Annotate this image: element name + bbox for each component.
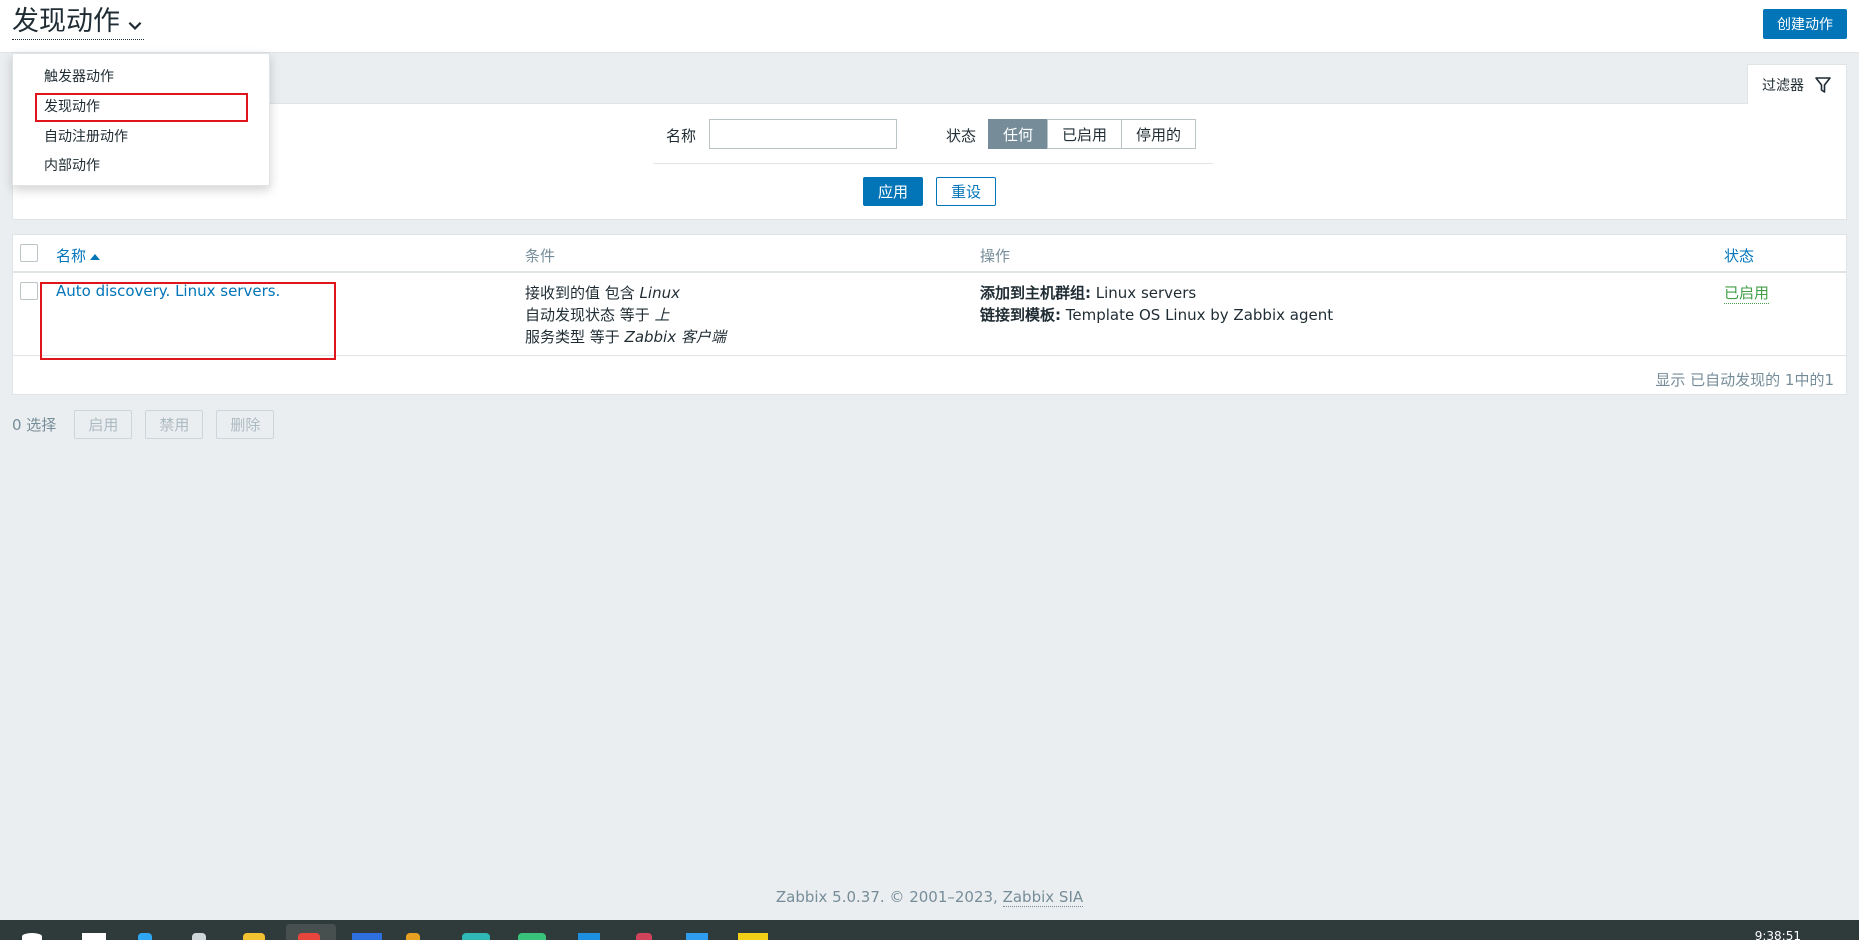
operation-label: 添加到主机群组: — [980, 284, 1091, 302]
taskbar-app-icon[interactable] — [578, 933, 600, 940]
filter-tabbar: 过滤器 — [12, 64, 1847, 105]
menu-item-autoregistration-actions[interactable]: 自动注册动作 — [44, 126, 128, 146]
condition-value: Linux — [639, 284, 680, 302]
column-header-name-label: 名称 — [56, 247, 87, 265]
page-header: 发现动作 创建动作 — [0, 0, 1859, 53]
taskbar-app-icon[interactable] — [738, 933, 768, 940]
filter-name-label: 名称 — [666, 127, 697, 145]
filter-name-input[interactable] — [709, 119, 897, 149]
select-all-checkbox[interactable] — [20, 244, 38, 262]
filter-panel: 名称 状态 任何 已启用 停用的 应用 重设 — [12, 104, 1847, 220]
operation-value: Linux servers — [1091, 284, 1197, 302]
chevron-down-icon — [128, 21, 142, 30]
task-view-icon[interactable] — [82, 933, 106, 940]
chrome-icon[interactable] — [243, 933, 265, 940]
mass-delete-button[interactable]: 删除 — [216, 410, 275, 439]
operation-line: 添加到主机群组: Linux servers — [980, 282, 1196, 303]
taskbar-app-icon[interactable] — [352, 933, 382, 940]
page-title-dropdown[interactable]: 发现动作 — [12, 6, 144, 40]
menu-item-internal-actions[interactable]: 内部动作 — [44, 155, 100, 175]
create-action-button[interactable]: 创建动作 — [1763, 9, 1847, 39]
status-option-enabled[interactable]: 已启用 — [1047, 119, 1123, 149]
condition-text: 服务类型 等于 — [525, 328, 625, 346]
taskbar-app-icon[interactable] — [462, 933, 490, 940]
action-name-link[interactable]: Auto discovery. Linux servers. — [56, 282, 280, 300]
table-header-row: 名称 条件 操作 状态 — [13, 235, 1846, 273]
filter-tab[interactable]: 过滤器 — [1747, 64, 1847, 105]
filter-icon — [1815, 77, 1831, 93]
menu-item-discovery-actions[interactable]: 发现动作 — [44, 96, 100, 116]
taskbar-app-icon[interactable] — [636, 933, 652, 940]
actions-table: 名称 条件 操作 状态 Auto discovery. Linux server… — [12, 234, 1847, 395]
table-row: Auto discovery. Linux servers. 接收到的值 包含 … — [13, 273, 1846, 356]
page-footer: Zabbix 5.0.37. © 2001–2023, Zabbix SIA — [0, 888, 1859, 907]
copyright-text: Zabbix 5.0.37. © 2001–2023, — [775, 888, 1003, 906]
row-checkbox[interactable] — [20, 282, 38, 300]
operation-value: Template OS Linux by Zabbix agent — [1061, 306, 1334, 324]
operation-label: 链接到模板: — [980, 306, 1061, 324]
taskbar-app-icon[interactable] — [192, 933, 206, 940]
page-title-text: 发现动作 — [12, 6, 120, 37]
menu-item-trigger-actions[interactable]: 触发器动作 — [44, 66, 114, 86]
taskbar-app-icon[interactable] — [686, 933, 708, 940]
mass-action-bar: 0 选择 启用 禁用 删除 — [12, 410, 287, 439]
filter-tab-label: 过滤器 — [1762, 78, 1804, 94]
condition-text: 自动发现状态 等于 — [525, 306, 655, 324]
column-header-conditions: 条件 — [525, 247, 556, 265]
sort-ascending-icon — [90, 253, 101, 260]
condition-line: 接收到的值 包含 Linux — [525, 282, 680, 303]
apply-button[interactable]: 应用 — [863, 177, 923, 206]
condition-text: 接收到的值 包含 — [525, 284, 640, 302]
action-type-dropdown: 触发器动作 发现动作 自动注册动作 内部动作 — [12, 53, 270, 186]
taskbar-app-icon[interactable] — [298, 933, 320, 940]
condition-line: 自动发现状态 等于 上 — [525, 304, 670, 325]
filter-status-label: 状态 — [946, 127, 977, 145]
column-header-name[interactable]: 名称 — [56, 245, 101, 266]
zabbix-sia-link[interactable]: Zabbix SIA — [1002, 888, 1084, 907]
mass-disable-button[interactable]: 禁用 — [145, 410, 204, 439]
status-segmented-control: 任何 已启用 停用的 — [988, 119, 1197, 149]
column-header-status[interactable]: 状态 — [1724, 245, 1754, 266]
os-taskbar: 9:38:51 — [0, 920, 1859, 940]
table-footer-count: 显示 已自动发现的 1中的1 — [1655, 371, 1834, 389]
filter-divider — [653, 163, 1213, 164]
operation-line: 链接到模板: Template OS Linux by Zabbix agent — [980, 304, 1333, 325]
condition-value: 上 — [654, 306, 670, 324]
taskbar-app-icon[interactable] — [518, 933, 546, 940]
column-header-operations: 操作 — [980, 247, 1011, 265]
reset-button[interactable]: 重设 — [936, 177, 996, 206]
status-option-disabled[interactable]: 停用的 — [1121, 119, 1197, 149]
taskbar-app-icon[interactable] — [138, 933, 152, 940]
folder-icon[interactable] — [406, 933, 420, 940]
status-option-any[interactable]: 任何 — [988, 119, 1049, 149]
mass-enable-button[interactable]: 启用 — [74, 410, 133, 439]
taskbar-clock: 9:38:51 — [1754, 929, 1801, 940]
status-enabled-link[interactable]: 已启用 — [1724, 282, 1770, 304]
selected-count: 0 选择 — [12, 416, 57, 434]
condition-line: 服务类型 等于 Zabbix 客户端 — [525, 326, 726, 347]
condition-value: Zabbix 客户端 — [624, 328, 726, 346]
start-icon[interactable] — [22, 933, 42, 940]
